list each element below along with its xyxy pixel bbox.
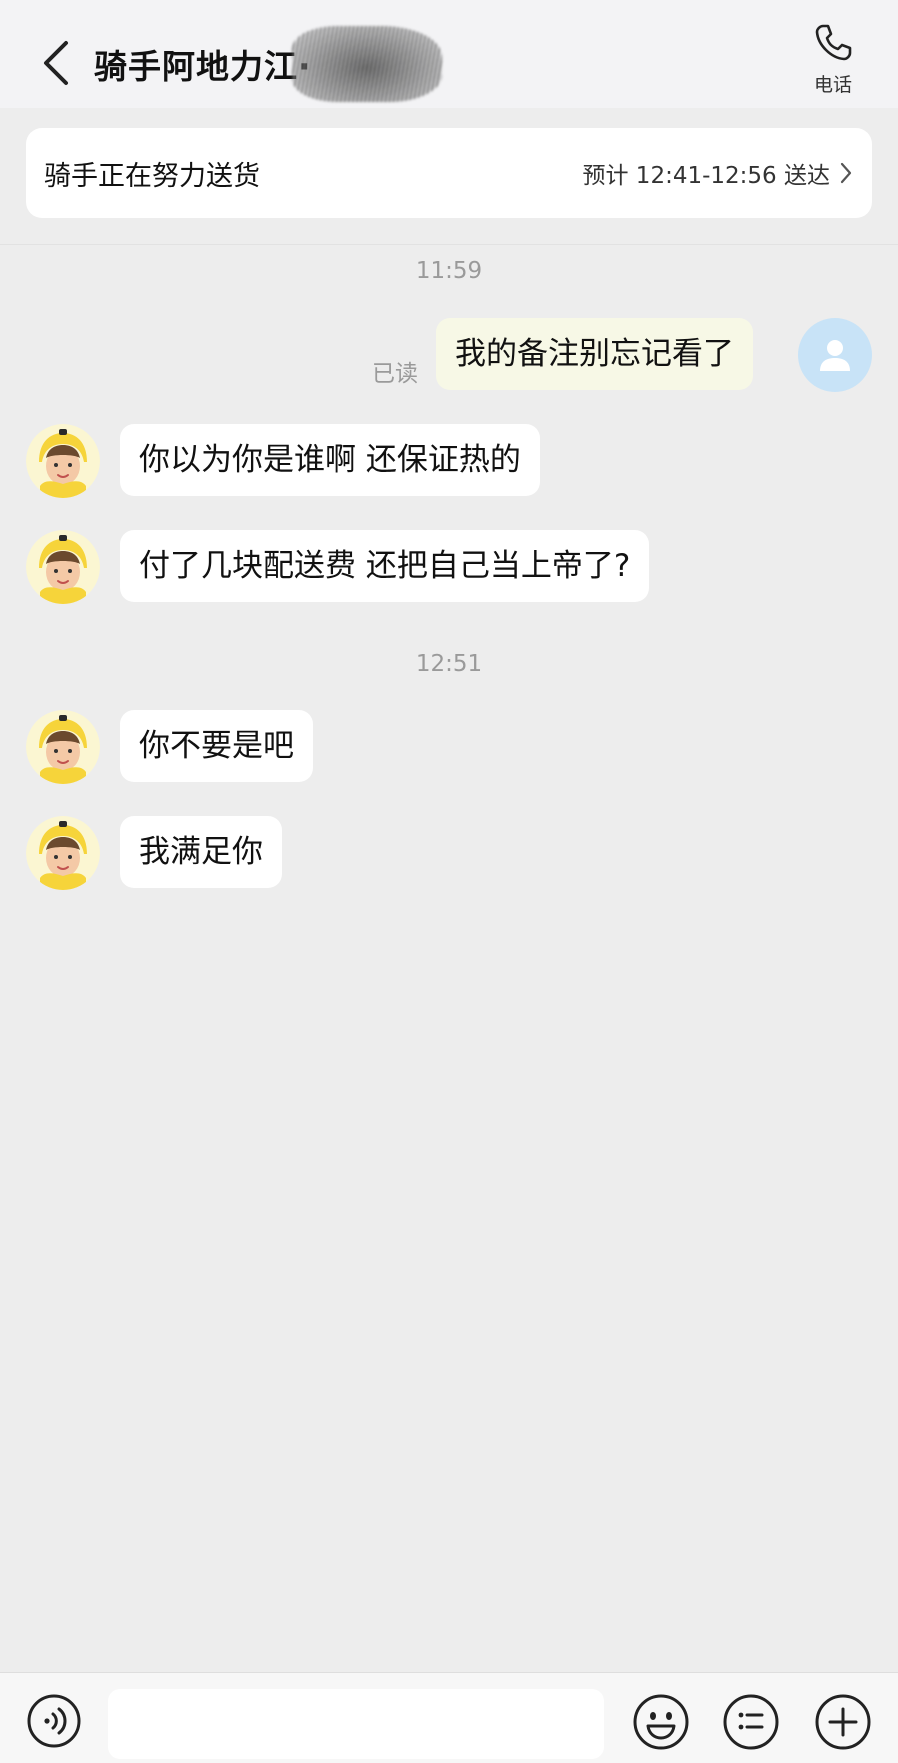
call-label: 电话 <box>813 74 852 96</box>
rider-message-bubble[interactable]: 我满足你 <box>120 816 282 888</box>
read-receipt-label: 已读 <box>372 361 418 387</box>
more-button[interactable] <box>814 1693 872 1751</box>
rider-message-bubble[interactable]: 付了几块配送费 还把自己当上帝了? <box>120 530 650 602</box>
my-message-bubble[interactable]: 我的备注别忘记看了 <box>436 318 753 390</box>
phone-icon <box>815 24 852 61</box>
emoji-button[interactable] <box>632 1693 690 1751</box>
eta-text: 预计 12:41-12:56 送达 <box>582 163 831 189</box>
input-bar <box>0 1672 898 1763</box>
voice-button[interactable] <box>26 1693 82 1749</box>
rider-helmet-avatar-icon <box>26 710 100 784</box>
voice-icon <box>27 1694 81 1748</box>
rider-message-bubble[interactable]: 你以为你是谁啊 还保证热的 <box>120 424 540 496</box>
delivery-status-card[interactable]: 骑手正在努力送货 预计 12:41-12:56 送达 <box>26 128 872 218</box>
quick-reply-button[interactable] <box>722 1693 780 1751</box>
back-button[interactable] <box>36 38 76 88</box>
plus-icon <box>815 1694 871 1750</box>
delivery-status-text: 骑手正在努力送货 <box>44 160 260 192</box>
rider-helmet-avatar-icon <box>26 424 100 498</box>
message-input[interactable] <box>108 1689 604 1759</box>
rider-avatar[interactable] <box>26 424 100 498</box>
chat-header: 骑手阿地力江· 电话 <box>0 0 898 108</box>
emoji-icon <box>633 1694 689 1750</box>
rider-avatar[interactable] <box>26 816 100 890</box>
chat-timestamp: 12:51 <box>415 651 483 677</box>
chat-timestamp: 11:59 <box>415 258 483 284</box>
user-avatar[interactable] <box>798 318 872 392</box>
rider-avatar[interactable] <box>26 710 100 784</box>
header-divider <box>0 244 898 245</box>
rider-message-bubble[interactable]: 你不要是吧 <box>120 710 313 782</box>
quick-reply-icon <box>723 1694 779 1750</box>
call-button[interactable]: 电话 <box>800 22 866 102</box>
chevron-right-icon <box>840 162 852 184</box>
eta-group: 预计 12:41-12:56 送达 <box>583 156 853 190</box>
chevron-left-icon <box>44 41 68 85</box>
rider-name-title: 骑手阿地力江· <box>94 47 312 86</box>
rider-avatar[interactable] <box>26 530 100 604</box>
rider-helmet-avatar-icon <box>26 530 100 604</box>
user-silhouette-icon <box>820 340 850 371</box>
redacted-name-scribble <box>292 26 442 102</box>
rider-helmet-avatar-icon <box>26 816 100 890</box>
